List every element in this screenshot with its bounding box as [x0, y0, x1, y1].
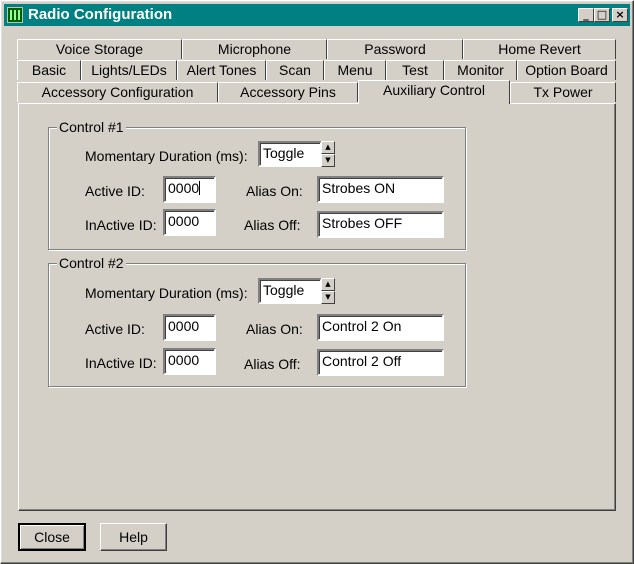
- inactive-id-field[interactable]: 0000: [163, 348, 216, 375]
- alias-on-field[interactable]: Control 2 On: [317, 314, 444, 341]
- spin-down-icon[interactable]: ▼: [321, 291, 335, 304]
- tab-voice-storage[interactable]: Voice Storage: [17, 39, 182, 59]
- tab-basic[interactable]: Basic: [17, 60, 81, 80]
- tab-alert-tones[interactable]: Alert Tones: [177, 60, 266, 80]
- active-id-label: Active ID:: [85, 321, 145, 337]
- inactive-id-field[interactable]: 0000: [163, 209, 216, 236]
- alias-off-field[interactable]: Control 2 Off: [317, 349, 444, 376]
- tab-password[interactable]: Password: [327, 39, 463, 59]
- tab-lights-leds[interactable]: Lights/LEDs: [81, 60, 177, 80]
- momentary-duration-field[interactable]: Toggle: [258, 141, 322, 167]
- app-icon[interactable]: [7, 7, 23, 23]
- control-1-title: Control #1: [57, 119, 126, 135]
- momentary-duration-spinner[interactable]: ▲ ▼: [321, 141, 335, 167]
- tab-accessory-pins[interactable]: Accessory Pins: [218, 82, 358, 102]
- text-caret: [199, 181, 201, 195]
- minimize-button[interactable]: _: [578, 8, 594, 22]
- momentary-duration-label: Momentary Duration (ms):: [85, 148, 248, 164]
- active-id-label: Active ID:: [85, 183, 145, 199]
- tab-panel-auxiliary-control: Control #1 Momentary Duration (ms): Togg…: [18, 103, 616, 511]
- close-window-button[interactable]: ×: [612, 8, 628, 22]
- inactive-id-label: InActive ID:: [85, 217, 157, 233]
- active-id-value: 0000: [168, 180, 200, 196]
- control-2-title: Control #2: [57, 255, 126, 271]
- tab-monitor[interactable]: Monitor: [444, 60, 517, 80]
- tab-auxiliary-control[interactable]: Auxiliary Control: [358, 80, 510, 104]
- tab-scan[interactable]: Scan: [266, 60, 324, 80]
- tab-home-revert[interactable]: Home Revert: [463, 39, 616, 59]
- momentary-duration-label: Momentary Duration (ms):: [85, 285, 248, 301]
- tab-menu[interactable]: Menu: [324, 60, 386, 80]
- close-button[interactable]: Close: [18, 523, 86, 551]
- window-title: Radio Configuration: [28, 6, 173, 23]
- spin-up-icon[interactable]: ▲: [321, 278, 335, 291]
- alias-on-label: Alias On:: [246, 321, 303, 337]
- tab-accessory-configuration[interactable]: Accessory Configuration: [17, 82, 218, 102]
- help-button[interactable]: Help: [100, 523, 167, 551]
- maximize-button[interactable]: □: [594, 8, 610, 22]
- active-id-field[interactable]: 0000: [163, 314, 216, 341]
- inactive-id-label: InActive ID:: [85, 355, 157, 371]
- alias-off-label: Alias Off:: [244, 356, 301, 372]
- tab-test[interactable]: Test: [386, 60, 444, 80]
- control-2-group: Control #2 Momentary Duration (ms): Togg…: [48, 255, 466, 387]
- title-bar[interactable]: Radio Configuration _ □ ×: [4, 4, 630, 26]
- momentary-duration-spinner[interactable]: ▲ ▼: [321, 278, 335, 304]
- alias-off-field[interactable]: Strobes OFF: [317, 211, 444, 238]
- momentary-duration-field[interactable]: Toggle: [258, 278, 322, 304]
- alias-off-label: Alias Off:: [244, 217, 301, 233]
- alias-on-label: Alias On:: [246, 183, 303, 199]
- active-id-field[interactable]: 0000: [163, 176, 216, 203]
- alias-on-field[interactable]: Strobes ON: [317, 176, 444, 203]
- spin-up-icon[interactable]: ▲: [321, 141, 335, 154]
- control-1-group: Control #1 Momentary Duration (ms): Togg…: [48, 119, 466, 250]
- tab-microphone[interactable]: Microphone: [182, 39, 327, 59]
- tab-option-board[interactable]: Option Board: [517, 60, 616, 80]
- tab-tx-power[interactable]: Tx Power: [510, 82, 616, 102]
- main-window: Radio Configuration _ □ × Voice Storage …: [0, 0, 634, 564]
- spin-down-icon[interactable]: ▼: [321, 154, 335, 167]
